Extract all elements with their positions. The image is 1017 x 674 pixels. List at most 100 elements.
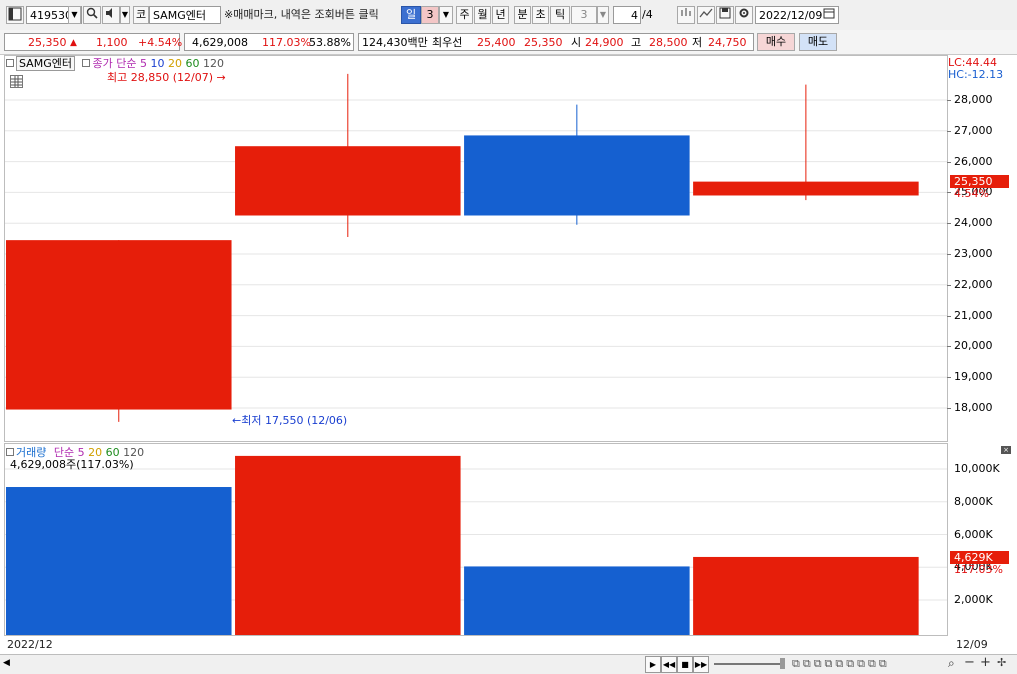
period-tick-button[interactable]: 틱: [550, 6, 570, 24]
stock-name-field[interactable]: SAMG엔터: [149, 6, 221, 24]
high-price: 28,500: [649, 36, 688, 49]
search-icon[interactable]: [83, 6, 101, 24]
price-tick-mark: [947, 161, 951, 163]
price-tick-label: 23,000: [954, 247, 993, 260]
period-year-button[interactable]: 년: [492, 6, 509, 24]
stock-name-value: SAMG엔터: [153, 9, 206, 22]
price-tick-label: 24,000: [954, 216, 993, 230]
scroll-left-icon[interactable]: ◀: [3, 658, 10, 668]
price-change: 1,100: [96, 36, 128, 49]
x-axis-left-label: 2022/12: [7, 638, 53, 651]
low-price: 24,750: [708, 36, 747, 49]
volume-tick-label: 2,000K: [954, 593, 993, 606]
period-minute-button[interactable]: 분: [514, 6, 531, 24]
price-tick-label: 26,000: [954, 154, 993, 168]
page-value: 4: [631, 9, 638, 22]
stop-icon[interactable]: ■: [677, 656, 693, 673]
price-tick-label: 28,000: [954, 93, 993, 106]
price-tick-mark: [947, 346, 951, 348]
zoom-slider-handle[interactable]: [780, 658, 785, 669]
last-change-tag: 4.54%: [954, 187, 989, 200]
trade-amount: 124,430백만: [362, 36, 428, 49]
price-tick-mark: [947, 284, 951, 286]
price-tick-mark: [947, 192, 951, 194]
bottom-scrollbar[interactable]: ◀ ▶ ◀◀ ■ ▶▶ ⧉⧉⧉⧉⧉⧉⧉⧉⧉ ⌕ − + ✢: [0, 654, 1017, 674]
save-icon[interactable]: [716, 6, 734, 24]
drawing-tools-icon[interactable]: ⧉⧉⧉⧉⧉⧉⧉⧉⧉: [792, 657, 890, 671]
zoom-slider[interactable]: [714, 663, 784, 665]
price-tick-label: 21,000: [954, 308, 993, 322]
price-tick-label: 20,000: [954, 339, 993, 353]
quote-bar: 25,350 ▲ 1,100 +4.54% 4,629,008 117.03% …: [0, 30, 1017, 55]
price-tick-label: 18,000: [954, 401, 993, 414]
low-label: 저: [692, 36, 703, 49]
fast-forward-icon[interactable]: ▶▶: [693, 656, 709, 673]
best-bid-price: 25,350: [524, 36, 563, 49]
gear-icon[interactable]: [735, 6, 753, 24]
calendar-icon[interactable]: [821, 7, 837, 23]
volume-bar: [464, 566, 690, 635]
current-price: 25,350: [28, 36, 67, 49]
ma-period-20: 20: [167, 57, 182, 70]
speaker-dropdown-icon[interactable]: ▼: [120, 6, 130, 24]
stock-code-value: 419530: [30, 9, 72, 22]
code-dropdown-icon[interactable]: ▼: [68, 6, 81, 24]
period-week-button[interactable]: 주: [456, 6, 473, 24]
price-tick-label: 27,000: [954, 123, 993, 137]
zoom-in-icon[interactable]: +: [980, 655, 991, 670]
date-value: 2022/12/09: [759, 9, 823, 22]
buy-button[interactable]: 매수: [757, 33, 795, 51]
speaker-icon[interactable]: [102, 6, 120, 24]
candle-body: [693, 181, 919, 196]
price-tick-mark: [947, 315, 951, 317]
legend-box-icon: [6, 59, 14, 67]
trend-tool-icon[interactable]: [697, 6, 715, 24]
zoom-out-icon[interactable]: −: [964, 655, 975, 670]
chart-tool-icon[interactable]: [677, 6, 695, 24]
scroll-right-icon[interactable]: ▶: [645, 656, 661, 673]
volume-tick-label: 8,000K: [954, 494, 993, 508]
x-axis-right-label: 12/09: [956, 638, 988, 651]
volume-box-icon: [6, 448, 14, 456]
price-panel-name[interactable]: SAMG엔터: [16, 56, 75, 71]
day-count-field[interactable]: 3: [421, 6, 439, 24]
price-tick-label: 22,000: [954, 277, 993, 291]
hc-value: HC:-12.13: [948, 68, 1004, 81]
ma-period-60: 60: [185, 57, 200, 70]
price-tick-mark: [947, 408, 951, 409]
ma-label[interactable]: 종가 단순: [92, 57, 136, 70]
open-price: 24,900: [585, 36, 624, 49]
sell-button[interactable]: 매도: [799, 33, 837, 51]
day-count-dropdown-icon[interactable]: ▼: [439, 6, 453, 24]
close-panel-icon[interactable]: ×: [1001, 446, 1011, 454]
ma-period-10: 10: [150, 57, 165, 70]
rewind-icon[interactable]: ◀◀: [661, 656, 677, 673]
period-day-button[interactable]: 일: [401, 6, 421, 24]
ma-period-5: 5: [139, 57, 147, 70]
price-tick-mark: [947, 377, 951, 379]
page-total: /4: [642, 8, 653, 21]
volume-value: 4,629,008: [192, 36, 248, 49]
price-tick-mark: [947, 223, 951, 225]
arrow-right-icon: →: [216, 71, 226, 84]
arrow-left-icon: ←: [232, 414, 242, 427]
volume-bar: [235, 455, 461, 635]
period-second-button[interactable]: 초: [532, 6, 549, 24]
window-menu-icon[interactable]: [6, 6, 24, 24]
crosshair-icon[interactable]: ✢: [997, 656, 1006, 669]
table-icon[interactable]: [10, 75, 23, 88]
page-input[interactable]: 4: [613, 6, 641, 24]
tick-count-dropdown-icon[interactable]: ▼: [597, 6, 609, 24]
high-label: 고: [631, 36, 642, 49]
last-volume-ratio-tag: 117.03%: [954, 563, 1003, 576]
tick-count-field[interactable]: 3: [571, 6, 597, 24]
zoom-search-icon[interactable]: ⌕: [948, 656, 955, 671]
candle-body: [464, 135, 690, 216]
top-toolbar: 419530 ▼ ▼ 코 SAMG엔터 ※매매마크, 내역은 조회버튼 클릭 일…: [0, 0, 1017, 31]
best-ask-price: 25,400: [477, 36, 516, 49]
volume-chart: [5, 455, 947, 635]
period-month-button[interactable]: 월: [474, 6, 491, 24]
volume-tick-label: 10,000K: [954, 462, 1000, 475]
price-tick-mark: [947, 100, 951, 101]
market-button[interactable]: 코: [133, 6, 149, 24]
